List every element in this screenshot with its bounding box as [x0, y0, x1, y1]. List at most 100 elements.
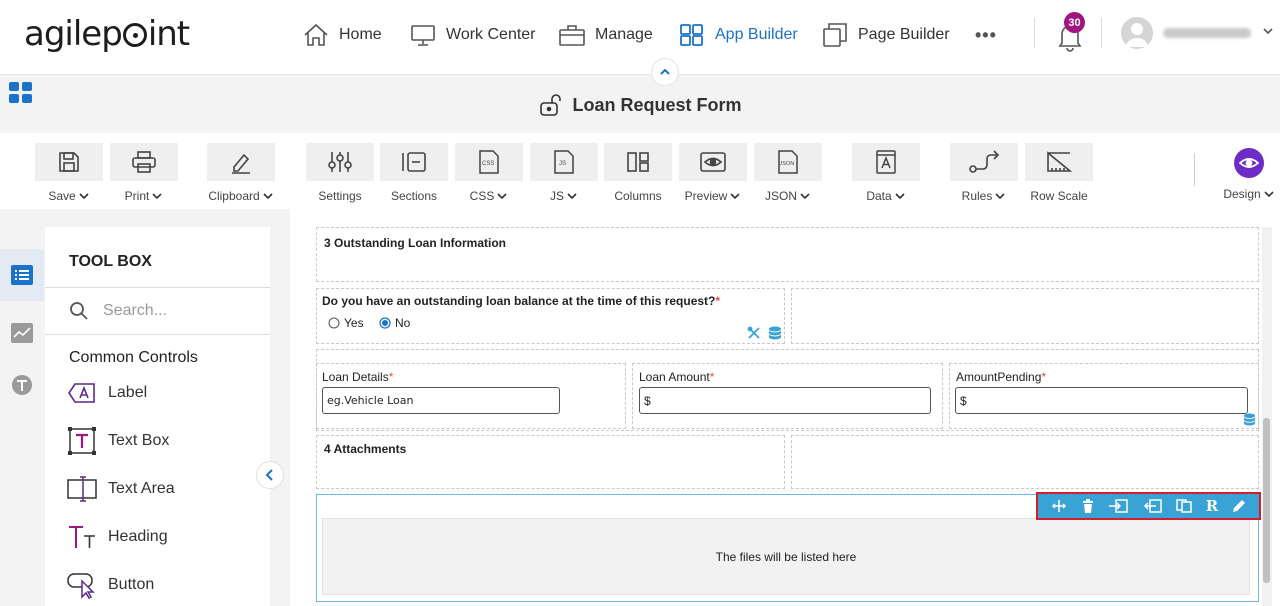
chevron-down-icon	[994, 191, 1006, 201]
template-tab[interactable]	[0, 359, 44, 411]
chevron-down-icon	[729, 191, 741, 201]
tool-heading[interactable]: Heading	[66, 519, 168, 555]
amount-pending-input[interactable]: $	[955, 387, 1248, 414]
sections-button[interactable]: Sections	[380, 143, 448, 203]
search-input[interactable]: Search...	[103, 302, 167, 320]
rules-icon	[967, 149, 1001, 175]
database-icon[interactable]	[768, 326, 782, 340]
collapse-toolbox-button[interactable]	[256, 461, 284, 489]
design-button[interactable]: Design	[1220, 143, 1278, 201]
json-button[interactable]: JSON JSON	[754, 143, 822, 203]
nav-home[interactable]: Home	[303, 18, 382, 52]
row-scale-icon	[1044, 149, 1074, 175]
sliders-icon	[326, 150, 354, 174]
rules-r-icon[interactable]: R	[1206, 497, 1218, 515]
row-scale-button[interactable]: Row Scale	[1025, 143, 1093, 203]
columns-icon	[625, 150, 651, 174]
edit-icon[interactable]	[1232, 499, 1246, 513]
top-navigation: agilep int Home Work Center Manage App Bu…	[0, 0, 1280, 75]
more-menu-button[interactable]: •••	[975, 18, 997, 52]
nav-app-builder[interactable]: App Builder	[679, 18, 798, 52]
scrollbar-thumb[interactable]	[1263, 418, 1270, 583]
button-icon	[66, 569, 98, 601]
textarea-icon	[66, 473, 98, 505]
loan-details-label: Loan Details*	[322, 370, 394, 384]
radio-yes[interactable]: Yes	[328, 316, 364, 330]
files-list-area: The files will be listed here	[322, 518, 1250, 595]
agilepoint-logo[interactable]: agilep int	[24, 14, 190, 54]
resize-icon[interactable]	[1051, 499, 1067, 513]
unlock-icon[interactable]	[538, 93, 564, 117]
js-button[interactable]: JS JS	[530, 143, 598, 203]
chevron-down-icon	[262, 191, 274, 201]
tool-text-box[interactable]: Text Box	[66, 423, 169, 459]
divider	[45, 287, 270, 288]
amount-pending-label: AmountPending*	[956, 370, 1047, 384]
common-controls-heading: Common Controls	[69, 349, 198, 366]
tool-button[interactable]: Button	[66, 567, 154, 603]
chevron-down-icon	[78, 191, 90, 201]
css-button[interactable]: CSS CSS	[455, 143, 523, 203]
columns-button[interactable]: Columns	[604, 143, 672, 203]
tool-text-area[interactable]: Text Area	[66, 471, 175, 507]
data-button[interactable]: Data	[852, 143, 920, 203]
database-icon[interactable]	[1243, 413, 1256, 426]
avatar[interactable]	[1121, 17, 1153, 49]
user-name-redacted[interactable]	[1163, 28, 1251, 38]
copy-icon[interactable]	[1176, 499, 1192, 513]
collapse-header-button[interactable]	[651, 58, 679, 86]
empty-cell[interactable]	[791, 288, 1259, 344]
save-button[interactable]: Save	[35, 143, 103, 203]
radio-selected-icon[interactable]	[379, 317, 391, 329]
delete-icon[interactable]	[1081, 499, 1095, 513]
nav-page-builder[interactable]: Page Builder	[822, 18, 950, 52]
list-icon	[11, 265, 33, 285]
briefcase-icon	[559, 23, 585, 47]
notification-count-badge: 30	[1064, 12, 1085, 33]
eye-icon	[1239, 156, 1259, 170]
toolbox-tab[interactable]	[0, 249, 44, 301]
designer-ribbon: Save Print Clipboard Settings Sections C…	[0, 133, 1280, 209]
move-left-icon[interactable]	[1142, 499, 1162, 513]
chevron-down-icon	[799, 191, 811, 201]
nav-divider	[1101, 18, 1102, 48]
radio-no[interactable]: No	[379, 316, 410, 330]
toolbox-title: TOOL BOX	[69, 253, 152, 270]
tools-icon[interactable]	[747, 326, 761, 340]
textbox-icon	[66, 425, 98, 457]
toolbox-search[interactable]: Search...	[69, 301, 167, 321]
sections-icon	[400, 150, 428, 174]
settings-button[interactable]: Settings	[306, 143, 374, 203]
loan-balance-question: Do you have an outstanding loan balance …	[322, 294, 721, 308]
toolbox-panel: TOOL BOX Search... Common Controls Label…	[45, 227, 270, 606]
chevron-down-icon	[151, 191, 163, 201]
preview-button[interactable]: Preview	[679, 143, 747, 203]
left-icon-column	[0, 249, 44, 606]
json-file-icon: JSON	[777, 149, 799, 175]
form-title: Loan Request Form	[572, 94, 742, 115]
svg-text:JS: JS	[559, 161, 566, 167]
chevron-down-icon[interactable]	[1262, 25, 1274, 37]
print-icon	[131, 150, 157, 174]
data-icon	[875, 149, 897, 175]
empty-cell[interactable]	[791, 435, 1259, 489]
pages-icon	[822, 22, 848, 48]
nav-manage[interactable]: Manage	[559, 18, 653, 52]
clipboard-button[interactable]: Clipboard	[207, 143, 275, 203]
chevron-up-icon	[659, 66, 671, 78]
loan-amount-input[interactable]: $	[639, 387, 931, 414]
tool-label[interactable]: Label	[66, 375, 147, 411]
rules-button[interactable]: Rules	[950, 143, 1018, 203]
move-right-icon[interactable]	[1108, 499, 1129, 513]
section-4-title: 4 Attachments	[324, 442, 407, 456]
svg-text:CSS: CSS	[482, 161, 494, 167]
loan-amount-label: Loan Amount*	[639, 370, 715, 384]
print-button[interactable]: Print	[110, 143, 178, 203]
radio-unselected-icon[interactable]	[328, 317, 340, 329]
heading-icon	[66, 521, 98, 553]
grid-icon	[679, 23, 705, 47]
loan-details-input[interactable]: eg.Vehicle Loan	[322, 387, 560, 414]
analytics-tab[interactable]	[0, 307, 44, 359]
nav-work-center[interactable]: Work Center	[410, 18, 536, 52]
nav-divider	[1034, 18, 1035, 48]
